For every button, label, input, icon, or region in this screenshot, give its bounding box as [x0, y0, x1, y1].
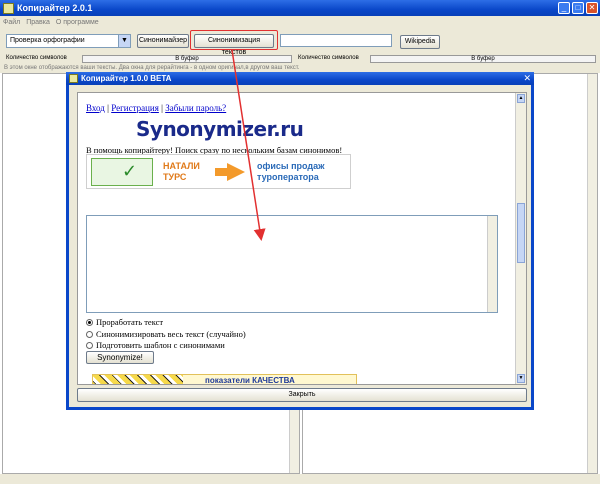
- banner2-text: показатели КАЧЕСТВА: [205, 376, 295, 385]
- banner-art: [93, 375, 183, 384]
- right-buffer-button[interactable]: В буфер: [370, 55, 596, 63]
- scroll-down-icon[interactable]: ▼: [517, 374, 525, 383]
- arrow-right-icon: [215, 163, 245, 181]
- mode-select[interactable]: Проверка орфографии ▼: [6, 34, 131, 48]
- maximize-button[interactable]: □: [572, 2, 584, 14]
- toolbar: Проверка орфографии ▼ Синонимайзер Синон…: [0, 28, 600, 56]
- mode-select-value: Проверка орфографии: [10, 37, 85, 44]
- banner-right-line-2: туроператора: [257, 172, 319, 182]
- textarea-scrollbar[interactable]: [487, 216, 497, 312]
- close-button[interactable]: ✕: [586, 2, 598, 14]
- option-label: Синонимизировать весь текст (случайно): [96, 328, 246, 339]
- dialog-app-icon: [69, 74, 78, 83]
- window-title: Копирайтер 2.0.1: [17, 3, 93, 13]
- register-link[interactable]: Регистрация: [111, 103, 159, 113]
- app-icon: [3, 2, 14, 14]
- status-row: Количество символов В буфер Количество с…: [0, 54, 600, 64]
- bottom-strip: [0, 474, 600, 484]
- synonymize-button[interactable]: Synonymize!: [86, 351, 154, 364]
- option-label: Проработать текст: [96, 317, 164, 327]
- ad-banner-2[interactable]: показатели КАЧЕСТВА: [92, 374, 357, 385]
- wikipedia-button[interactable]: Wikipedia: [400, 35, 440, 49]
- web-view: Вход | Регистрация | Забыли пароль? Syno…: [77, 92, 527, 385]
- right-panel-scrollbar[interactable]: [587, 74, 597, 473]
- synonymizer-dialog: Копирайтер 1.0.0 BETA ✕ Вход | Регистрац…: [66, 72, 534, 410]
- scroll-thumb[interactable]: [517, 203, 525, 263]
- window-controls: _ □ ✕: [558, 2, 598, 14]
- banner-left-line-1: НАТАЛИ: [163, 161, 200, 171]
- text-input-area[interactable]: [86, 215, 498, 313]
- banner-left-line-2: ТУРС: [163, 172, 187, 182]
- menu-edit[interactable]: Правка: [26, 19, 50, 26]
- banner-right-line-1: офисы продаж: [257, 161, 325, 171]
- ad-banner[interactable]: НАТАЛИ ТУРС офисы продаж туроператора: [86, 154, 351, 189]
- radio-icon[interactable]: [86, 342, 93, 350]
- option-synonymize-all[interactable]: Синонимизировать весь текст (случайно): [86, 329, 246, 341]
- main-titlebar: Копирайтер 2.0.1 _ □ ✕: [0, 0, 600, 16]
- menu-file[interactable]: Файл: [3, 19, 20, 26]
- synonymizer-button[interactable]: Синонимайзер: [137, 34, 189, 48]
- option-process-text[interactable]: Проработать текст: [86, 317, 246, 329]
- radio-icon[interactable]: [86, 330, 93, 338]
- banner-logo-icon: [91, 158, 153, 186]
- url-input[interactable]: [280, 34, 392, 47]
- left-count-label: Количество символов: [6, 55, 67, 61]
- left-buffer-button[interactable]: В буфер: [82, 55, 292, 63]
- highlight-frame: [190, 30, 278, 50]
- dialog-titlebar: Копирайтер 1.0.0 BETA ✕: [66, 72, 534, 85]
- radio-selected-icon[interactable]: [86, 319, 93, 327]
- dialog-title: Копирайтер 1.0.0 BETA: [81, 74, 172, 83]
- option-label: Подготовить шаблон с синонимами: [96, 340, 225, 350]
- scroll-up-icon[interactable]: ▲: [517, 94, 525, 103]
- right-count-label: Количество символов: [298, 55, 359, 61]
- chevron-down-icon[interactable]: ▼: [118, 35, 130, 47]
- dialog-close-icon[interactable]: ✕: [523, 73, 531, 84]
- menu-bar: Файл Правка О программе: [0, 16, 600, 28]
- login-link[interactable]: Вход: [86, 103, 105, 113]
- banner-right-text: офисы продаж туроператора: [257, 161, 325, 183]
- forgot-password-link[interactable]: Забыли пароль?: [165, 103, 226, 113]
- web-view-scrollbar[interactable]: ▲ ▼: [515, 93, 526, 384]
- menu-about[interactable]: О программе: [56, 19, 99, 26]
- dialog-close-button[interactable]: Закрыть: [77, 388, 527, 402]
- banner-left-text: НАТАЛИ ТУРС: [163, 161, 200, 183]
- site-logo[interactable]: Synonymizer.ru: [136, 117, 304, 141]
- minimize-button[interactable]: _: [558, 2, 570, 14]
- auth-links: Вход | Регистрация | Забыли пароль?: [86, 103, 226, 113]
- option-prepare-template[interactable]: Подготовить шаблон с синонимами: [86, 340, 246, 352]
- mode-options: Проработать текст Синонимизировать весь …: [86, 317, 246, 352]
